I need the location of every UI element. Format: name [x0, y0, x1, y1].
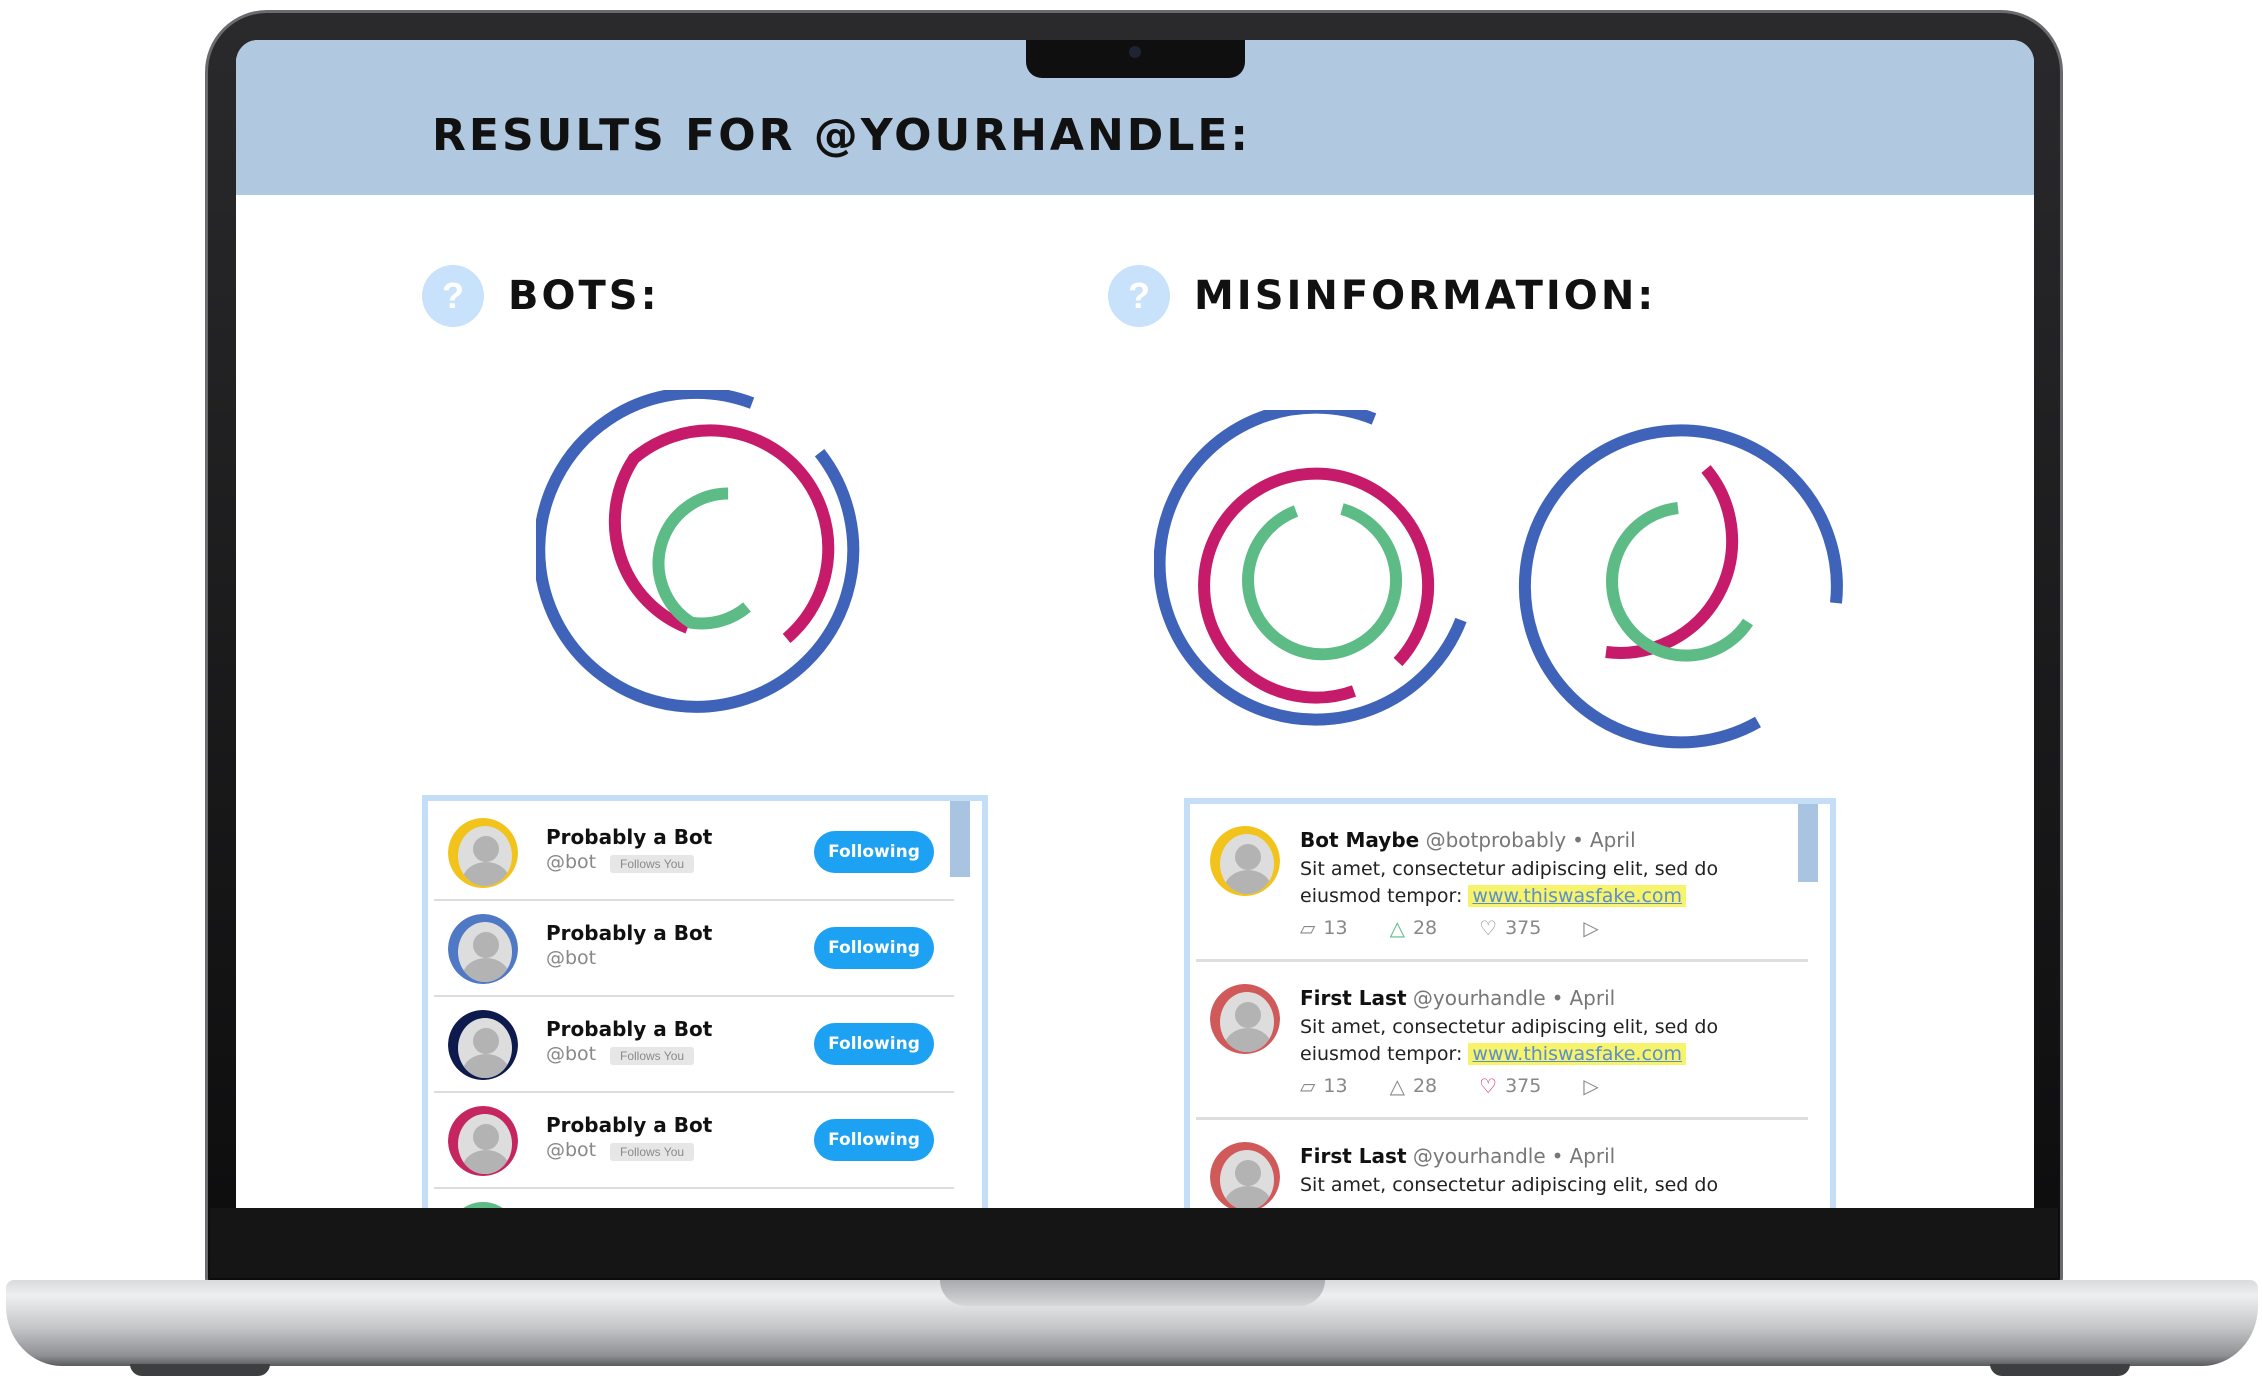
bot-name: Probably a Bot	[546, 1113, 713, 1137]
misinformation-ring-chart-1	[1154, 410, 1467, 726]
comment-icon: ▱	[1300, 916, 1316, 940]
share-button[interactable]: ▷	[1583, 916, 1598, 940]
tweet[interactable]: First Last @yourhandle • April Sit amet, co…	[1196, 962, 1808, 1120]
tweet-author[interactable]: First Last	[1300, 1144, 1407, 1168]
tweet-handle[interactable]: @yourhandle	[1413, 1144, 1546, 1168]
camera-notch	[1026, 40, 1245, 78]
bot-handle: @bot	[546, 947, 597, 969]
help-icon[interactable]: ?	[422, 265, 484, 327]
tweet-actions: ▱ 13 △ 28 ♡ 375 ▷	[1300, 1074, 1599, 1098]
bots-section-header: ? BOTS:	[422, 265, 660, 327]
person-avatar-icon	[448, 1010, 518, 1080]
screen: RESULTS FOR @YOURHANDLE: ? BOTS: ? MISIN…	[236, 40, 2034, 1208]
camera-icon	[1129, 46, 1141, 58]
like-button[interactable]: ♡ 375	[1479, 916, 1541, 940]
bots-ring-inner	[652, 487, 751, 630]
tweet-date: April	[1569, 986, 1616, 1010]
person-avatar-icon	[448, 818, 518, 888]
misinfo1-ring-inner	[1242, 503, 1402, 661]
list-item[interactable]: Probably a Bot @bot Follows You Following	[434, 1093, 954, 1189]
tweet-date: April	[1589, 828, 1636, 852]
bot-name: Probably a Bot	[546, 825, 713, 849]
bots-list-panel[interactable]: Probably a Bot @bot Follows You Following Pr…	[422, 795, 988, 1208]
share-icon: ▷	[1583, 916, 1599, 940]
list-item[interactable]: Probably a Bot @bot Follows You Following	[434, 805, 954, 901]
retweet-button[interactable]: △ 28	[1390, 916, 1438, 940]
comment-icon: ▱	[1300, 1074, 1316, 1098]
tweet[interactable]: Bot Maybe @botprobably • April Sit amet, co…	[1196, 804, 1808, 962]
tweet-text: Sit amet, consectetur adipiscing elit, s…	[1300, 1174, 1719, 1196]
laptop-base-notch	[940, 1280, 1325, 1306]
help-icon[interactable]: ?	[1108, 265, 1170, 327]
like-button[interactable]: ♡ 375	[1479, 1074, 1541, 1098]
tweet-actions: ▱ 13 △ 28 ♡ 375 ▷	[1300, 916, 1599, 940]
laptop-foot-left	[130, 1364, 270, 1376]
misinformation-ring-chart-2	[1518, 424, 1843, 749]
tweet-link[interactable]: www.thiswasfake.com	[1468, 1043, 1687, 1065]
tweet-text: eiusmod tempor:	[1300, 1043, 1463, 1065]
bot-handle: @bot	[546, 1043, 597, 1065]
heart-icon: ♡	[1479, 916, 1498, 940]
retweet-button[interactable]: △ 28	[1390, 1074, 1438, 1098]
following-button[interactable]: Following	[814, 927, 934, 969]
laptop-foot-right	[1990, 1364, 2130, 1376]
follows-you-badge: Follows You	[610, 1047, 695, 1065]
bot-name: Probably a Bot	[546, 1017, 713, 1041]
tweet-text: Sit amet, consectetur adipiscing elit, s…	[1300, 1016, 1719, 1038]
follows-you-badge: Follows You	[610, 855, 695, 873]
reply-button[interactable]: ▱ 13	[1300, 916, 1348, 940]
bot-name: Probably a Bot	[546, 921, 713, 945]
retweet-icon: △	[1389, 1074, 1405, 1098]
tweet-date: April	[1569, 1144, 1616, 1168]
laptop-bezel	[210, 1208, 2058, 1278]
person-avatar-icon	[448, 1202, 518, 1208]
bots-ring-outer	[536, 390, 860, 713]
person-avatar-icon	[1210, 826, 1280, 896]
misinformation-section-header: ? MISINFORMATION:	[1108, 265, 1656, 327]
tweet-handle[interactable]: @yourhandle	[1413, 986, 1546, 1010]
tweets-panel[interactable]: Bot Maybe @botprobably • April Sit amet, co…	[1184, 798, 1836, 1208]
tweet-text: Sit amet, consectetur adipiscing elit, s…	[1300, 858, 1719, 880]
share-icon: ▷	[1583, 1074, 1599, 1098]
person-avatar-icon	[448, 914, 518, 984]
following-button[interactable]: Following	[814, 1023, 934, 1065]
bot-handle: @bot	[546, 851, 597, 873]
page-title: RESULTS FOR @YOURHANDLE:	[432, 110, 1252, 161]
list-item[interactable]: Probably a Bot @bot Follows You Following	[434, 997, 954, 1093]
following-button[interactable]: Following	[814, 1119, 934, 1161]
misinfo2-ring-outer	[1518, 424, 1843, 749]
bots-ring-middle	[608, 424, 835, 643]
following-button[interactable]: Following	[814, 831, 934, 873]
bots-ring-chart	[536, 390, 860, 713]
tweet-author[interactable]: Bot Maybe	[1300, 828, 1419, 852]
follows-you-badge: Follows You	[610, 1143, 695, 1161]
share-button[interactable]: ▷	[1583, 1074, 1598, 1098]
person-avatar-icon	[1210, 1142, 1280, 1208]
person-avatar-icon	[448, 1106, 518, 1176]
list-item[interactable]	[434, 1189, 954, 1208]
tweet-author[interactable]: First Last	[1300, 986, 1407, 1010]
reply-button[interactable]: ▱ 13	[1300, 1074, 1348, 1098]
list-item[interactable]: Probably a Bot @bot Following	[434, 901, 954, 997]
heart-icon: ♡	[1479, 1074, 1498, 1098]
person-avatar-icon	[1210, 984, 1280, 1054]
bot-handle: @bot	[546, 1139, 597, 1161]
tweet[interactable]: First Last @yourhandle • April Sit amet, co…	[1196, 1120, 1808, 1208]
misinformation-title: MISINFORMATION:	[1194, 273, 1657, 319]
tweet-handle[interactable]: @botprobably	[1426, 828, 1567, 852]
tweet-link[interactable]: www.thiswasfake.com	[1468, 885, 1687, 907]
tweet-text: eiusmod tempor:	[1300, 885, 1463, 907]
retweet-icon: △	[1389, 916, 1405, 940]
bots-title: BOTS:	[508, 273, 660, 319]
